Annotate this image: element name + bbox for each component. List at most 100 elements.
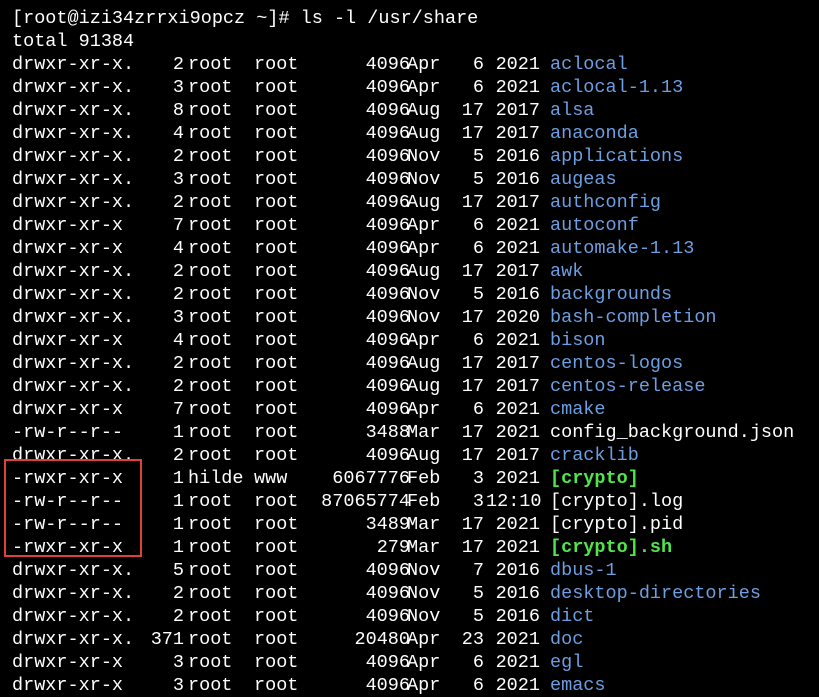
permissions: drwxr-xr-x. <box>12 100 135 121</box>
file-name: applications <box>550 146 684 167</box>
day: 5 <box>472 169 484 190</box>
owner: root <box>188 192 233 213</box>
owner: root <box>188 422 233 443</box>
total-line: total 91384 <box>12 31 135 52</box>
permissions: drwxr-xr-x. <box>12 192 135 213</box>
permissions: drwxr-xr-x. <box>12 629 135 650</box>
year-or-time: 2017 <box>495 445 540 466</box>
link-count: 1 <box>172 514 184 535</box>
group: root <box>254 353 299 374</box>
day: 17 <box>461 261 484 282</box>
link-count: 5 <box>172 560 184 581</box>
permissions: drwxr-xr-x. <box>12 353 135 374</box>
year-or-time: 2017 <box>495 100 540 121</box>
file-name: autoconf <box>550 215 639 236</box>
link-count: 4 <box>172 330 184 351</box>
day: 3 <box>472 491 484 512</box>
file-size: 3489 <box>365 514 410 535</box>
day: 7 <box>472 560 484 581</box>
owner: root <box>188 100 233 121</box>
file-name: centos-release <box>550 376 706 397</box>
file-size: 4096 <box>365 353 410 374</box>
day: 17 <box>461 422 484 443</box>
file-name: bison <box>550 330 606 351</box>
year-or-time: 2017 <box>495 353 540 374</box>
day: 17 <box>461 192 484 213</box>
owner: root <box>188 583 233 604</box>
file-size: 4096 <box>365 54 410 75</box>
day: 6 <box>472 675 484 696</box>
owner: root <box>188 261 233 282</box>
day: 6 <box>472 238 484 259</box>
day: 17 <box>461 514 484 535</box>
owner: root <box>188 629 233 650</box>
file-size: 4096 <box>365 146 410 167</box>
year-or-time: 2017 <box>495 376 540 397</box>
month: Nov <box>407 307 441 328</box>
link-count: 371 <box>150 629 184 650</box>
owner: root <box>188 445 233 466</box>
link-count: 7 <box>172 399 184 420</box>
year-or-time: 2016 <box>495 146 540 167</box>
permissions: drwxr-xr-x. <box>12 123 135 144</box>
group: root <box>254 606 299 627</box>
link-count: 2 <box>172 284 184 305</box>
day: 17 <box>461 307 484 328</box>
file-size: 4096 <box>365 330 410 351</box>
group: root <box>254 123 299 144</box>
owner: root <box>188 537 233 558</box>
owner: root <box>188 652 233 673</box>
file-name: cracklib <box>550 445 639 466</box>
file-size: 3488 <box>365 422 410 443</box>
day: 6 <box>472 330 484 351</box>
month: Aug <box>407 100 441 121</box>
link-count: 3 <box>172 77 184 98</box>
group: root <box>254 445 299 466</box>
permissions: drwxr-xr-x. <box>12 169 135 190</box>
file-size: 4096 <box>365 606 410 627</box>
year-or-time: 2016 <box>495 583 540 604</box>
file-size: 4096 <box>365 238 410 259</box>
month: Mar <box>407 537 441 558</box>
day: 6 <box>472 399 484 420</box>
file-name: dict <box>550 606 595 627</box>
year-or-time: 2021 <box>495 399 540 420</box>
year-or-time: 2021 <box>495 514 540 535</box>
permissions: drwxr-xr-x <box>12 238 124 259</box>
file-name: emacs <box>550 675 606 696</box>
group: www <box>254 468 288 489</box>
terminal-window[interactable]: [ [root@izi34zrrxi9opcz ~]# ls -l /usr/s… <box>0 0 819 696</box>
group: root <box>254 399 299 420</box>
permissions: -rw-r--r-- <box>12 422 124 443</box>
link-count: 3 <box>172 307 184 328</box>
file-name: dbus-1 <box>550 560 617 581</box>
link-count: 2 <box>172 376 184 397</box>
group: root <box>254 192 299 213</box>
permissions: drwxr-xr-x <box>12 330 124 351</box>
year-or-time: 2021 <box>495 422 540 443</box>
day: 17 <box>461 376 484 397</box>
year-or-time: 2017 <box>495 192 540 213</box>
permissions: drwxr-xr-x. <box>12 54 135 75</box>
link-count: 1 <box>172 422 184 443</box>
group: root <box>254 652 299 673</box>
month: Apr <box>407 215 441 236</box>
group: root <box>254 537 299 558</box>
file-size: 4096 <box>365 560 410 581</box>
link-count: 2 <box>172 261 184 282</box>
file-name: [crypto].pid <box>550 514 684 535</box>
file-size: 87065774 <box>321 491 410 512</box>
owner: root <box>188 146 233 167</box>
file-name: authconfig <box>550 192 662 213</box>
link-count: 7 <box>172 215 184 236</box>
month: Feb <box>407 468 441 489</box>
permissions: drwxr-xr-x <box>12 215 124 236</box>
month: Aug <box>407 445 441 466</box>
file-name: aclocal <box>550 54 628 75</box>
year-or-time: 2020 <box>495 307 540 328</box>
owner: root <box>188 376 233 397</box>
link-count: 2 <box>172 353 184 374</box>
link-count: 2 <box>172 606 184 627</box>
permissions: -rw-r--r-- <box>12 514 124 535</box>
month: Mar <box>407 422 441 443</box>
